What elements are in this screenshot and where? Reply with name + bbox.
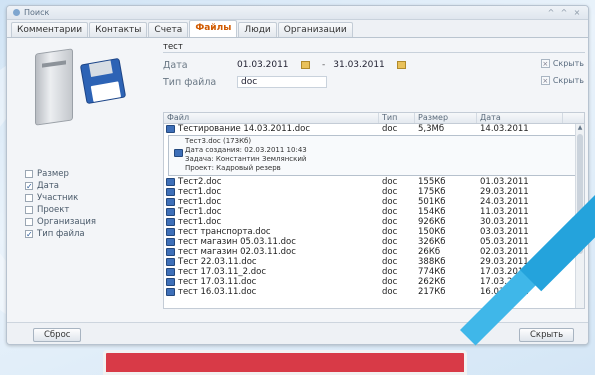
date-to-field[interactable]: 31.03.2011 (333, 60, 395, 70)
criterion-date[interactable]: ✓ Дата (25, 180, 96, 192)
criterion-project[interactable]: Проект (25, 204, 96, 216)
minimize-button[interactable]: ^ (546, 8, 556, 17)
criterion-participant[interactable]: Участник (25, 192, 96, 204)
type-filter-row: Тип файла doc (163, 75, 327, 89)
close-icon: × (540, 59, 550, 68)
column-type[interactable]: Тип (379, 113, 415, 123)
reset-button[interactable]: Сброс (33, 328, 82, 342)
table-row[interactable]: Тест1.doc doc 154Кб 11.03.2011 (164, 207, 584, 217)
file-tooltip: Тест3.doc (173Кб) Дата создания: 02.03.2… (168, 135, 580, 176)
criteria-list: Размер ✓ Дата Участник Проект Организация… (25, 168, 96, 240)
app-icon (13, 9, 20, 16)
left-panel: Размер ✓ Дата Участник Проект Организация… (7, 39, 159, 309)
maximize-button[interactable]: ^ (559, 8, 569, 17)
column-file[interactable]: Файл (164, 113, 379, 123)
checkbox-checked[interactable]: ✓ (25, 230, 33, 239)
checkbox[interactable] (25, 194, 33, 202)
doc-file-icon (166, 258, 175, 266)
floppy-disk-icon (79, 57, 127, 105)
checkbox[interactable] (25, 170, 33, 178)
tooltip-created: Дата создания: 02.03.2011 10:43 (185, 146, 307, 154)
criterion-size[interactable]: Размер (25, 168, 96, 180)
doc-file-icon (166, 188, 175, 196)
tab-bar: Комментарии Контакты Счета Файлы Люди Ор… (7, 20, 588, 38)
table-row[interactable]: тест1.doc doc 501Кб 24.03.2011 (164, 197, 584, 207)
window-title: Поиск (24, 8, 50, 17)
table-row[interactable]: тест магазин 02.03.11.doc doc 26Кб 02.03.20… (164, 247, 584, 257)
calendar-icon[interactable] (301, 61, 310, 69)
computer-illustration (25, 48, 143, 126)
tooltip-filename: Тест3.doc (173Кб) (185, 137, 252, 145)
date-label: Дата (163, 59, 188, 71)
file-type-label: Тип файла (163, 76, 217, 88)
table-row[interactable]: Тестирование 14.03.2011.doc doc 5,3Мб 14… (164, 124, 584, 134)
table-row[interactable]: тест1.doc doc 175Кб 29.03.2011 (164, 187, 584, 197)
hide-button[interactable]: Скрыть (519, 328, 575, 342)
doc-file-icon (166, 208, 175, 216)
title-bar: Поиск ^ ^ × (7, 6, 588, 20)
table-row[interactable]: Тест 22.03.11.doc doc 388Кб 29.03.2011 (164, 257, 584, 267)
scroll-up-icon[interactable]: ▲ (576, 124, 584, 132)
tab-comments[interactable]: Комментарии (11, 22, 89, 37)
search-field[interactable] (163, 41, 585, 53)
close-button[interactable]: × (572, 8, 582, 17)
doc-file-icon (166, 238, 175, 246)
bottom-bar: Сброс Скрыть (7, 322, 588, 344)
calendar-icon[interactable] (397, 61, 407, 69)
table-header: Файл Тип Размер Дата (164, 113, 584, 124)
doc-file-icon (166, 125, 175, 133)
date-filter-row: Дата 01.03.2011 - 31.03.2011 (163, 58, 414, 72)
criterion-organization[interactable]: Организация (25, 216, 96, 228)
table-row[interactable]: тест транспорта.doc doc 150Кб 03.03.2011 (164, 227, 584, 237)
doc-file-icon (166, 288, 175, 296)
hide-date-button[interactable]: × Скрыть (540, 59, 584, 68)
doc-file-icon (166, 268, 175, 276)
table-row[interactable]: тест1.doc doc 926Кб 30.03.2011 (164, 217, 584, 227)
doc-file-icon (166, 198, 175, 206)
date-separator: - (322, 60, 326, 70)
table-row[interactable]: Тест2.doc doc 155Кб 01.03.2011 (164, 177, 584, 187)
date-from-field[interactable]: 01.03.2011 (237, 60, 299, 70)
tab-organizations[interactable]: Организации (277, 22, 353, 37)
checkbox[interactable] (25, 218, 33, 226)
column-size[interactable]: Размер (415, 113, 477, 123)
tab-files[interactable]: Файлы (189, 20, 238, 37)
doc-file-icon (166, 218, 175, 226)
red-banner (103, 350, 467, 375)
doc-file-icon (166, 178, 175, 186)
tab-invoices[interactable]: Счета (148, 22, 189, 37)
table-row[interactable]: тест магазин 05.03.11.doc doc 326Кб 05.03.2… (164, 237, 584, 247)
checkbox[interactable] (25, 206, 33, 214)
checkbox-checked[interactable]: ✓ (25, 182, 33, 191)
tab-people[interactable]: Люди (238, 22, 277, 37)
doc-file-icon (166, 248, 175, 256)
computer-tower-icon (35, 48, 73, 126)
column-date[interactable]: Дата (477, 113, 563, 123)
tooltip-project: Проект: Кадровый резерв (185, 164, 281, 172)
doc-file-icon (166, 278, 175, 286)
doc-file-icon (166, 228, 175, 236)
close-icon: × (540, 76, 550, 85)
tab-contacts[interactable]: Контакты (89, 22, 148, 37)
search-input[interactable] (163, 41, 585, 52)
hide-type-button[interactable]: × Скрыть (540, 76, 584, 85)
tooltip-task: Задача: Константин Землянский (185, 155, 307, 163)
doc-file-icon (174, 149, 183, 157)
criterion-file-type[interactable]: ✓ Тип файла (25, 228, 96, 240)
file-type-input[interactable]: doc (237, 76, 327, 88)
